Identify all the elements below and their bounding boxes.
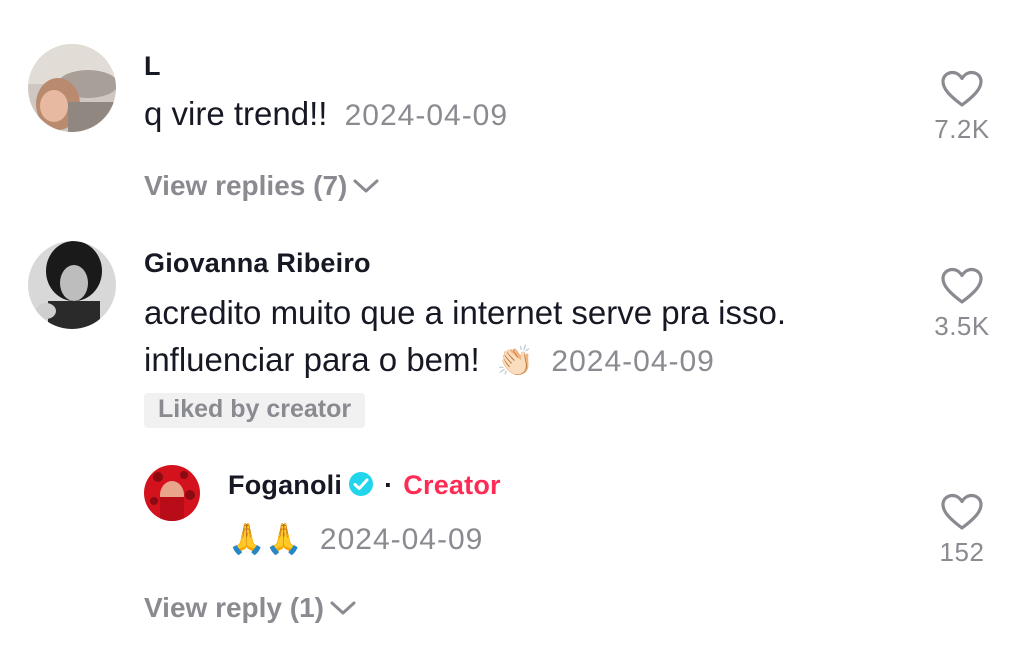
like-count: 7.2K <box>934 114 990 144</box>
avatar[interactable] <box>144 465 200 521</box>
chevron-down-icon <box>353 179 379 193</box>
avatar[interactable] <box>28 241 116 329</box>
comment-body-line2: influenciar para o bem! <box>144 341 480 378</box>
comment-date: 2024-04-09 <box>551 345 715 378</box>
heart-outline-icon <box>941 493 983 530</box>
reply-header: Foganoli · Creator <box>228 470 501 501</box>
comment-username[interactable]: Giovanna Ribeiro <box>144 248 371 279</box>
comment-text: 🙏🙏 2024-04-09 <box>228 514 483 563</box>
like-button[interactable]: 152 <box>922 493 1002 568</box>
like-button[interactable]: 3.5K <box>922 267 1002 342</box>
heart-outline-icon <box>941 267 983 304</box>
comment-body: q vire trend!! <box>144 95 328 132</box>
chevron-down-icon <box>330 601 356 615</box>
view-replies-button[interactable]: View reply (1) <box>144 592 356 624</box>
comment-text: acredito muito que a internet serve pra … <box>144 289 786 336</box>
like-button[interactable]: 7.2K <box>922 70 1002 145</box>
comment-body-line1: acredito muito que a internet serve pra … <box>144 294 787 331</box>
heart-outline-icon <box>941 70 983 107</box>
separator-dot: · <box>384 470 394 500</box>
like-count: 3.5K <box>934 311 990 341</box>
creator-label: Creator <box>403 470 501 500</box>
comment-text: q vire trend!! 2024-04-09 <box>144 90 508 139</box>
folded-hands-emoji: 🙏🙏 <box>228 522 303 557</box>
comment-text: influenciar para o bem! 👏🏻 2024-04-09 <box>144 336 715 385</box>
comment-date: 2024-04-09 <box>344 99 509 132</box>
comment-username[interactable]: L <box>144 51 161 82</box>
clapping-hands-emoji: 👏🏻 <box>496 344 535 379</box>
view-replies-label: View replies (7) <box>144 170 348 201</box>
verified-badge-icon <box>349 472 374 496</box>
view-replies-button[interactable]: View replies (7) <box>144 170 379 202</box>
comment-date: 2024-04-09 <box>319 523 484 556</box>
liked-by-creator-badge: Liked by creator <box>144 393 366 428</box>
like-count: 152 <box>939 537 985 567</box>
view-replies-label: View reply (1) <box>144 592 325 623</box>
avatar[interactable] <box>28 44 116 132</box>
reply-username[interactable]: Foganoli <box>228 470 342 500</box>
